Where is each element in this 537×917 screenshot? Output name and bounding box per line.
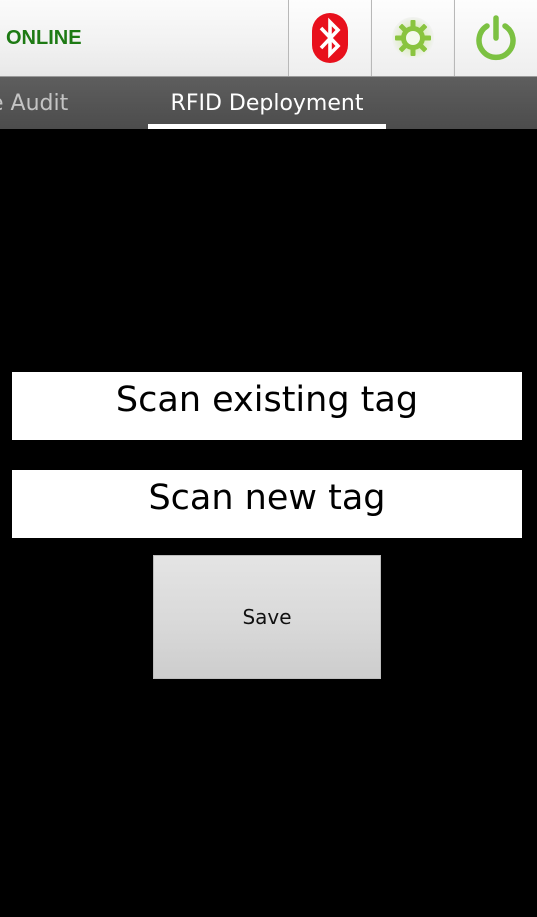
power-button[interactable] [454,0,537,76]
selected-tab-indicator [148,124,386,129]
gear-icon [391,17,434,59]
bluetooth-icon [311,13,348,63]
save-button[interactable]: Save [153,555,381,679]
action-bar: ONLINE [0,0,537,77]
scan-existing-tag-field[interactable]: Scan existing tag [12,372,522,440]
tab-bar: e Audit RFID Deployment [0,77,537,129]
bluetooth-button[interactable] [288,0,370,76]
tab-audit[interactable]: e Audit [0,77,68,129]
scan-new-tag-field[interactable]: Scan new tag [12,470,522,538]
connection-status: ONLINE [6,27,82,49]
app-window: ONLINE Audit RFID Deployment Scan existi… [0,0,537,917]
power-icon [476,15,516,61]
tab-rfid-deployment[interactable]: RFID Deployment [148,77,386,129]
settings-button[interactable] [371,0,453,76]
